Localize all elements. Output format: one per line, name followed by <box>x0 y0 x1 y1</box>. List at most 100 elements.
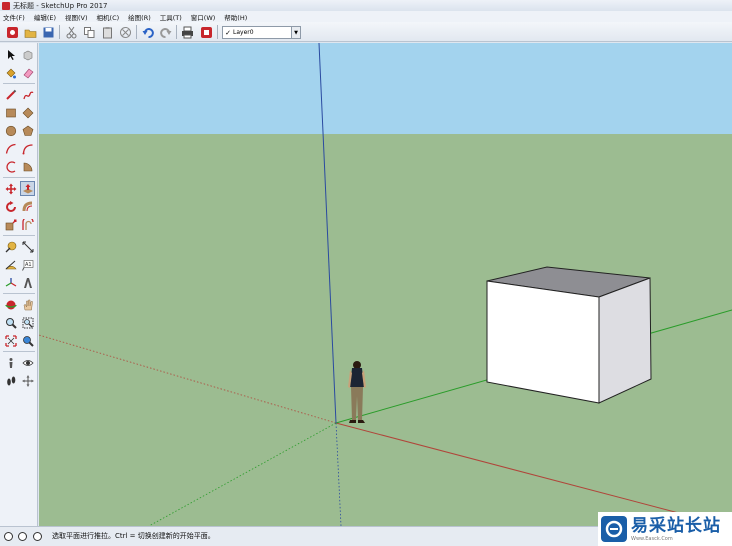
circle-tool-button[interactable] <box>3 123 18 138</box>
menu-window[interactable]: 窗口(W) <box>191 12 216 22</box>
pencil-icon <box>5 89 16 100</box>
3d-text-icon <box>23 277 32 288</box>
follow-me-icon <box>22 201 32 211</box>
menu-bar: 文件(F) 编辑(E) 视图(V) 相机(C) 绘图(R) 工具(T) 窗口(W… <box>0 11 732 22</box>
window-title: 无标题 - SketchUp Pro 2017 <box>13 1 108 10</box>
eye-icon <box>21 359 34 366</box>
undo-button[interactable] <box>140 24 156 40</box>
walk-tool-button[interactable] <box>3 373 18 388</box>
menu-file[interactable]: 文件(F) <box>3 12 25 22</box>
layer-dropdown[interactable]: ✓ Layer0 ▼ <box>222 26 301 39</box>
three-point-arc-icon <box>5 160 15 173</box>
paint-bucket-button[interactable] <box>3 65 18 80</box>
open-file-button[interactable] <box>22 24 38 40</box>
dimension-tool-button[interactable] <box>20 239 35 254</box>
move-tool-button[interactable] <box>3 181 18 196</box>
zoom-extents-button[interactable] <box>3 333 18 348</box>
rectangle-icon <box>5 108 16 117</box>
print-button[interactable] <box>179 24 195 40</box>
help-icon[interactable] <box>33 532 42 541</box>
eraser-button[interactable] <box>20 65 35 80</box>
menu-edit[interactable]: 编辑(E) <box>34 12 56 22</box>
pie-tool-button[interactable] <box>20 159 35 174</box>
push-pull-tool-button[interactable] <box>20 181 35 196</box>
line-tool-button[interactable] <box>3 87 18 102</box>
cut-button[interactable] <box>63 24 79 40</box>
circle-icon <box>5 125 16 136</box>
rotate-tool-button[interactable] <box>3 199 18 214</box>
menu-camera[interactable]: 相机(C) <box>97 12 120 22</box>
position-camera-button[interactable] <box>3 355 18 370</box>
tape-measure-button[interactable] <box>3 239 18 254</box>
redo-icon <box>159 27 171 38</box>
printer-icon <box>181 26 193 38</box>
two-point-arc-button[interactable] <box>20 141 35 156</box>
text-tool-button[interactable]: A1 <box>20 257 35 272</box>
new-file-icon <box>6 26 18 38</box>
polygon-icon <box>22 125 33 136</box>
viewport-canvas[interactable] <box>39 43 732 526</box>
select-tool-button[interactable] <box>3 47 18 62</box>
position-camera-icon <box>9 357 12 368</box>
watermark-title: 易采站长站 <box>631 515 721 536</box>
toolbar-separator <box>3 83 35 84</box>
axes-tool-button[interactable] <box>3 275 18 290</box>
new-file-button[interactable] <box>4 24 20 40</box>
polygon-tool-button[interactable] <box>20 123 35 138</box>
erase-button[interactable] <box>117 24 133 40</box>
three-point-arc-button[interactable] <box>3 159 18 174</box>
zoom-extents-icon <box>4 334 17 347</box>
box-front-face[interactable] <box>486 280 600 404</box>
zoom-icon <box>5 317 17 329</box>
save-button[interactable] <box>40 24 56 40</box>
look-around-button[interactable] <box>20 355 35 370</box>
orbit-tool-button[interactable] <box>3 297 18 312</box>
model-info-button[interactable] <box>198 24 214 40</box>
3d-text-button[interactable] <box>20 275 35 290</box>
copy-button[interactable] <box>81 24 97 40</box>
section-plane-button[interactable] <box>20 373 35 388</box>
footprints-icon <box>6 376 15 385</box>
toolbar-separator <box>136 25 137 39</box>
protractor-button[interactable] <box>3 257 18 272</box>
chevron-down-icon[interactable]: ▼ <box>291 27 300 38</box>
rectangle-tool-button[interactable] <box>3 105 18 120</box>
zoom-window-button[interactable] <box>20 315 35 330</box>
info-icon[interactable] <box>18 532 27 541</box>
menu-view[interactable]: 视图(V) <box>65 12 88 22</box>
make-component-button[interactable] <box>20 47 35 62</box>
undo-icon <box>142 27 154 38</box>
toolbar-separator <box>3 351 35 352</box>
watermark-url: Www.Easck.Com <box>631 535 673 542</box>
main-toolbar: ✓ Layer0 ▼ <box>0 22 732 42</box>
menu-draw[interactable]: 绘图(R) <box>128 12 151 22</box>
component-icon <box>23 50 32 60</box>
scale-tool-button[interactable] <box>3 217 18 232</box>
menu-help[interactable]: 帮助(H) <box>224 12 247 22</box>
scale-icon <box>5 219 16 230</box>
status-message: 选取平面进行推拉。Ctrl = 切换创建新的开始平面。 <box>52 532 215 540</box>
freehand-tool-button[interactable] <box>20 87 35 102</box>
offset-tool-button[interactable] <box>20 217 35 232</box>
toolbar-separator <box>59 25 60 39</box>
pan-tool-button[interactable] <box>20 297 35 312</box>
zoom-window-icon <box>22 317 33 328</box>
arc-tool-button[interactable] <box>3 141 18 156</box>
paste-icon <box>102 26 112 38</box>
zoom-tool-button[interactable] <box>3 315 18 330</box>
rotated-rectangle-button[interactable] <box>20 105 35 120</box>
previous-view-button[interactable] <box>20 333 35 348</box>
sketchup-app-icon <box>2 1 10 10</box>
redo-button[interactable] <box>157 24 173 40</box>
section-plane-icon <box>22 375 33 386</box>
follow-me-tool-button[interactable] <box>20 199 35 214</box>
axes-icon <box>5 277 16 287</box>
paint-bucket-icon <box>6 68 16 78</box>
model-viewport[interactable] <box>39 43 732 526</box>
toolbar-separator <box>3 235 35 236</box>
paste-button[interactable] <box>99 24 115 40</box>
pie-icon <box>23 162 32 171</box>
georeference-icon[interactable] <box>4 532 13 541</box>
toolbar-separator <box>176 25 177 39</box>
menu-tools[interactable]: 工具(T) <box>160 12 182 22</box>
